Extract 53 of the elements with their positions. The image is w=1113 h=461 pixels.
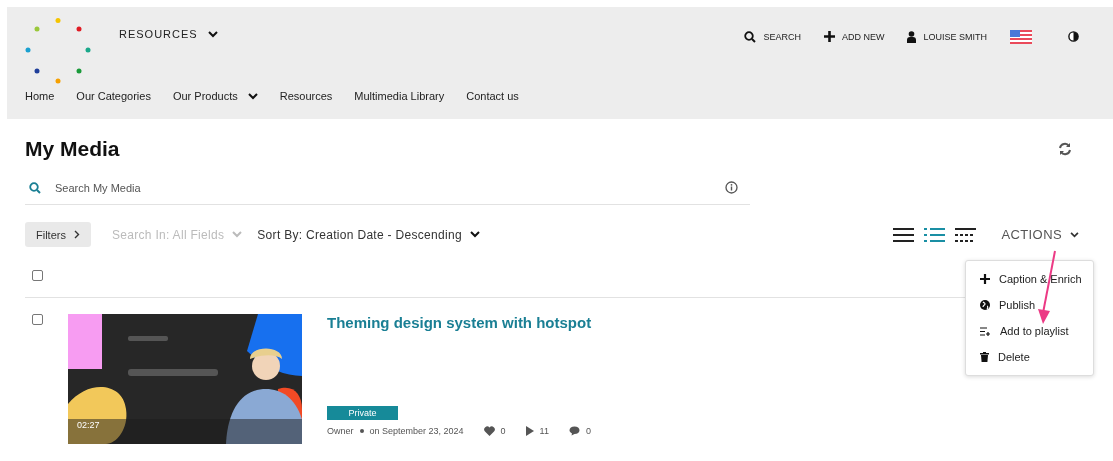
- plays-count: 11: [539, 426, 549, 436]
- comments-count: 0: [585, 426, 591, 436]
- nav-link[interactable]: Multimedia Library: [354, 90, 445, 102]
- filters-button[interactable]: Filters: [25, 222, 91, 247]
- nav-link[interactable]: Resources: [279, 90, 333, 102]
- actions-dropdown[interactable]: ACTIONS: [1001, 227, 1079, 242]
- plus-icon: [980, 274, 990, 284]
- caret-icon: [469, 231, 480, 238]
- search-icon: [29, 181, 41, 194]
- caret-icon: [1070, 231, 1079, 238]
- status-badge: Private: [327, 406, 398, 420]
- heart-icon: [483, 426, 495, 436]
- page-title: My Media: [25, 136, 120, 161]
- menu-item[interactable]: Add to playlist: [966, 318, 1093, 344]
- caret-icon: [207, 30, 218, 38]
- header-action[interactable]: SEARCH: [744, 31, 801, 43]
- duration-label: 02:27: [77, 420, 100, 430]
- date-label: on September 23, 2024: [369, 426, 464, 436]
- trash-icon: [980, 352, 989, 362]
- row-checkbox[interactable]: [32, 314, 43, 325]
- detailed-view-button[interactable]: [924, 227, 946, 242]
- owner-label: Owner: [327, 426, 354, 436]
- menu-item[interactable]: Delete: [966, 344, 1093, 370]
- grid-view-button[interactable]: [955, 227, 977, 242]
- globe-icon: [980, 300, 990, 310]
- nav-link[interactable]: Our Products: [172, 90, 258, 102]
- list-view-button[interactable]: [893, 227, 915, 242]
- bullet-icon: [359, 429, 364, 433]
- user-icon: [907, 31, 917, 43]
- sort-dropdown[interactable]: Sort By: Creation Date - Descending: [257, 227, 480, 242]
- header-action[interactable]: ADD NEW: [824, 31, 885, 42]
- menu-item[interactable]: Caption & Enrich: [966, 266, 1093, 292]
- flag-icon[interactable]: [1010, 30, 1032, 44]
- likes-count: 0: [500, 426, 506, 436]
- nav-link[interactable]: Home: [25, 90, 55, 102]
- nav-link[interactable]: Contact us: [466, 90, 519, 102]
- chevron-icon: [73, 230, 80, 239]
- media-title-link[interactable]: Theming design system with hotspot: [327, 314, 592, 331]
- caret-icon: [247, 92, 258, 100]
- contrast-icon[interactable]: [1068, 31, 1079, 42]
- caret-icon: [232, 231, 243, 238]
- header-action[interactable]: LOUISE SMITH: [907, 31, 987, 43]
- search-icon: [744, 31, 757, 43]
- nav-link[interactable]: Our Categories: [76, 90, 151, 102]
- resources-menu[interactable]: RESOURCES: [119, 28, 218, 40]
- play-icon: [525, 426, 534, 436]
- select-all-checkbox[interactable]: [32, 269, 43, 281]
- refresh-icon[interactable]: [1058, 141, 1072, 156]
- comment-icon: [568, 426, 580, 436]
- info-icon[interactable]: [725, 181, 738, 194]
- playlist-add-icon: [980, 326, 991, 336]
- search-field[interactable]: Search My Media: [53, 180, 713, 195]
- plus-icon: [824, 31, 835, 42]
